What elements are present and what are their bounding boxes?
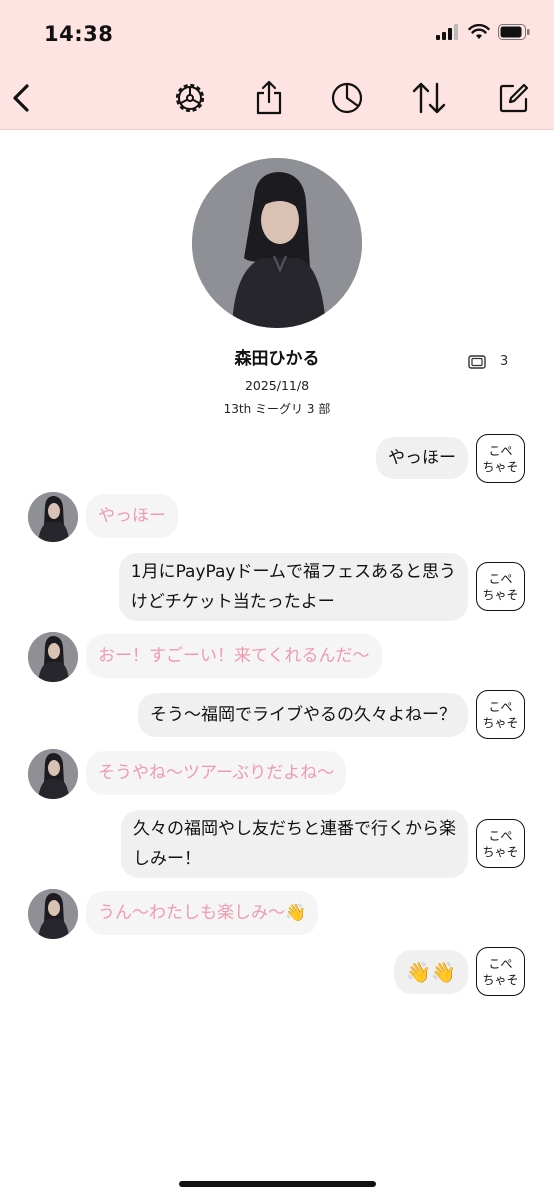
share-button[interactable]: [249, 78, 289, 118]
sort-arrows-icon: [412, 82, 446, 114]
sender-avatar[interactable]: [28, 749, 78, 799]
person-photo: [28, 632, 78, 682]
sender-avatar[interactable]: [28, 492, 78, 542]
copy-label-line1: こぺ: [488, 443, 513, 458]
message-bubble-outgoing[interactable]: 1月にPayPayドームで福フェスあると思う けどチケット当たったよー: [118, 553, 468, 621]
person-photo: [28, 889, 78, 939]
message-bubble-outgoing[interactable]: 久々の福岡やし友だちと連番で行くから楽 しみー！: [121, 810, 468, 878]
message-bubble-incoming[interactable]: やっほー: [86, 494, 178, 538]
message-bubble-incoming[interactable]: うん〜わたしも楽しみ〜👋: [86, 891, 319, 935]
status-icons: [436, 24, 530, 40]
person-photo: [28, 492, 78, 542]
profile-avatar[interactable]: [192, 158, 362, 328]
battery-icon: [498, 24, 530, 40]
profile-date: 2025/11/8: [244, 378, 310, 393]
compose-icon: [499, 83, 529, 113]
share-icon: [256, 80, 282, 115]
message-text: そう〜福岡でライブやるの久々よねー？: [150, 705, 456, 725]
message-text: やっほー: [98, 506, 166, 526]
back-icon: [13, 84, 29, 112]
message-text-line1: 1月にPayPayドームで福フェスあると思う: [130, 562, 456, 582]
copy-label-line1: こぺ: [488, 699, 513, 714]
signal-icon: [436, 24, 458, 40]
profile-event: 13th ミーグリ 3 部: [223, 402, 331, 416]
ticket-count: 3: [468, 354, 508, 369]
person-photo: [192, 158, 362, 328]
message-text: おー！すごーい！来てくれるんだ〜: [98, 646, 370, 666]
message-text: 👋👋: [406, 960, 456, 984]
message-bubble-outgoing[interactable]: そう〜福岡でライブやるの久々よねー？: [138, 693, 468, 737]
message-bubble-incoming[interactable]: そうやね〜ツアーぶりだよね〜: [86, 751, 347, 795]
copy-button[interactable]: こぺ ちゃそ: [476, 947, 525, 996]
compose-button[interactable]: [494, 78, 534, 118]
copy-button[interactable]: こぺ ちゃそ: [476, 819, 525, 868]
copy-label-line2: ちゃそ: [482, 715, 519, 730]
message-bubble-outgoing[interactable]: やっほー: [376, 437, 468, 479]
copy-label-line2: ちゃそ: [482, 459, 519, 474]
message-text: うん〜わたしも楽しみ〜👋: [98, 903, 307, 923]
home-indicator: [179, 1181, 376, 1187]
sender-avatar[interactable]: [28, 889, 78, 939]
gear-icon: [175, 83, 205, 113]
copy-button[interactable]: こぺ ちゃそ: [476, 434, 525, 483]
back-button[interactable]: [2, 78, 42, 118]
wifi-icon: [468, 24, 490, 39]
ticket-icon: [468, 354, 486, 369]
message-bubble-incoming[interactable]: おー！すごーい！来てくれるんだ〜: [86, 634, 382, 678]
status-time: 14:38: [44, 22, 114, 46]
copy-label-line2: ちゃそ: [482, 844, 519, 859]
app-header: 14:38: [0, 0, 554, 130]
message-text-line2: しみー！: [133, 849, 201, 869]
copy-label-line2: ちゃそ: [482, 587, 519, 602]
message-text-line2: けどチケット当たったよー: [130, 592, 335, 612]
copy-button[interactable]: こぺ ちゃそ: [476, 690, 525, 739]
pie-chart-icon: [331, 82, 363, 114]
message-text-line1: 久々の福岡やし友だちと連番で行くから楽: [133, 819, 456, 839]
copy-label-line1: こぺ: [488, 956, 513, 971]
person-photo: [28, 749, 78, 799]
ticket-count-value: 3: [500, 354, 509, 369]
copy-label-line1: こぺ: [488, 828, 513, 843]
copy-label-line2: ちゃそ: [482, 972, 519, 987]
copy-button[interactable]: こぺ ちゃそ: [476, 562, 525, 611]
message-text: そうやね〜ツアーぶりだよね〜: [98, 763, 335, 783]
stats-button[interactable]: [327, 78, 367, 118]
message-text: やっほー: [388, 448, 456, 468]
message-bubble-outgoing[interactable]: 👋👋: [394, 950, 468, 994]
settings-button[interactable]: [170, 78, 210, 118]
sort-button[interactable]: [409, 78, 449, 118]
sender-avatar[interactable]: [28, 632, 78, 682]
copy-label-line1: こぺ: [488, 571, 513, 586]
